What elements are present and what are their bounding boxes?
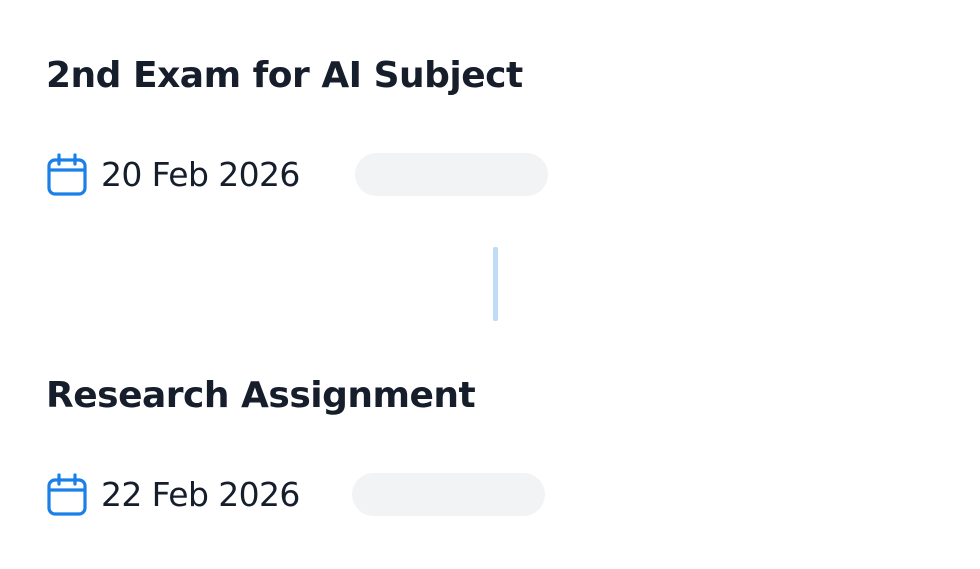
item-date: 22 Feb 2026 — [101, 475, 300, 514]
calendar-icon — [46, 472, 90, 518]
calendar-icon — [46, 152, 90, 198]
timeline-item: 2nd Exam for AI Subject 20 Feb 2026 — [46, 52, 746, 198]
item-title: Research Assignment — [46, 375, 476, 416]
status-pill-placeholder — [352, 473, 545, 516]
timeline-connector — [493, 247, 498, 321]
status-pill-placeholder — [355, 153, 548, 196]
item-title: 2nd Exam for AI Subject — [46, 55, 523, 96]
item-date: 20 Feb 2026 — [101, 155, 300, 194]
date-row: 22 Feb 2026 — [46, 472, 746, 518]
date-row: 20 Feb 2026 — [46, 152, 746, 198]
timeline-item: Research Assignment 22 Feb 2026 — [46, 372, 746, 518]
